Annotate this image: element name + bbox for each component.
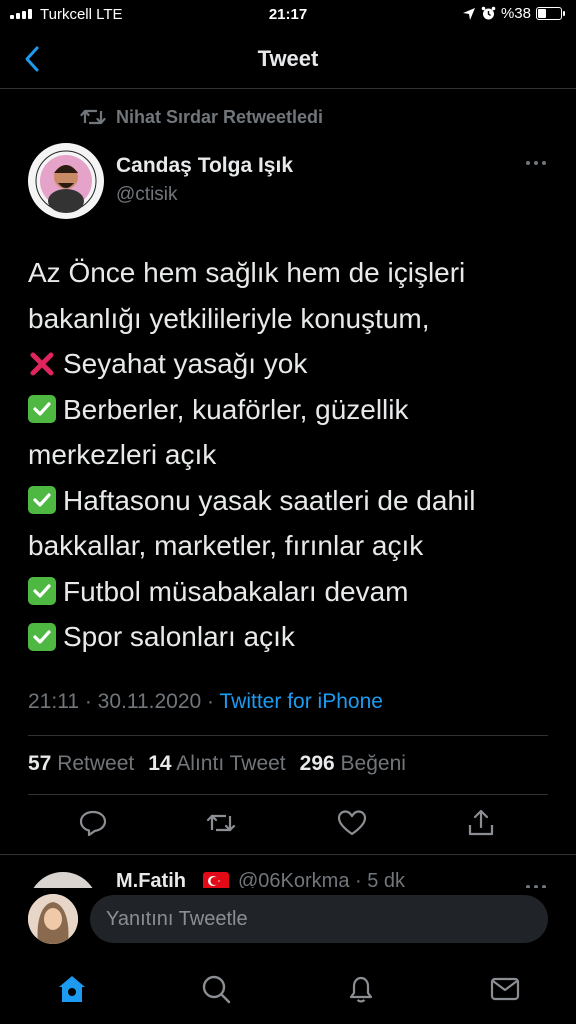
heart-icon <box>337 810 367 836</box>
retweet-icon <box>206 814 236 832</box>
user-avatar[interactable] <box>28 894 78 944</box>
divider <box>28 735 548 736</box>
location-icon <box>462 7 475 20</box>
reply-icon <box>79 810 107 837</box>
bottom-tab-bar <box>0 955 576 1024</box>
tweet-time: 21:11 <box>28 690 79 713</box>
tweet-source-link[interactable]: Twitter for iPhone <box>220 690 383 713</box>
mail-icon <box>490 977 520 1001</box>
retweet-button[interactable] <box>206 808 236 838</box>
tweet-date: 30.11.2020 <box>97 690 202 713</box>
tweet-line: merkezleri açık <box>28 439 217 470</box>
more-icon <box>526 161 546 165</box>
author-name[interactable]: Candaş Tolga Işık <box>116 154 293 178</box>
check-mark-icon <box>28 577 56 606</box>
share-icon <box>468 809 494 836</box>
cross-mark-icon <box>28 350 56 378</box>
tab-messages[interactable] <box>489 973 521 1005</box>
alarm-icon <box>481 6 496 20</box>
check-mark-icon <box>28 486 56 515</box>
tweet-line: Haftasonu yasak saatleri de dahil <box>28 478 548 524</box>
check-mark-icon <box>28 395 56 424</box>
tweet-actions <box>0 808 576 844</box>
author-avatar[interactable] <box>28 143 104 219</box>
author-handle[interactable]: @ctisik <box>116 184 178 206</box>
like-button[interactable] <box>337 808 367 838</box>
divider <box>28 794 548 795</box>
tweet-meta: 21:11 · 30.11.2020 · Twitter for iPhone <box>28 690 383 713</box>
battery-icon <box>536 7 565 20</box>
divider <box>0 854 576 855</box>
tweet-stats: 57 Retweet 14 Alıntı Tweet 296 Beğeni <box>28 752 406 776</box>
tweet-text: Az Önce hem sağlık hem de içişleri bakan… <box>28 250 548 660</box>
user-avatar-image <box>28 894 78 944</box>
tweet-line: Futbol müsabakaları devam <box>28 569 548 615</box>
tweet-line: bakkallar, marketler, fırınlar açık <box>28 530 424 561</box>
retweet-context-label: Nihat Sırdar Retweetledi <box>116 106 324 127</box>
like-count-link[interactable]: 296 Beğeni <box>300 752 406 776</box>
retweet-context[interactable]: Nihat Sırdar Retweetledi <box>80 106 323 128</box>
tweet-line: bakanlığı yetkilileriyle konuştum, <box>28 302 430 334</box>
tab-search[interactable] <box>200 973 232 1005</box>
retweet-icon <box>80 109 106 125</box>
tweet-line: Seyahat yasağı yok <box>28 341 548 387</box>
top-header: Tweet <box>0 30 576 89</box>
status-bar: Turkcell LTE 21:17 %38 <box>0 0 576 30</box>
tweet-line: Berberler, kuaförler, güzellik <box>28 387 548 433</box>
battery-level <box>538 9 546 18</box>
bell-icon <box>349 976 373 1003</box>
author-avatar-image <box>30 145 102 217</box>
reply-input[interactable] <box>90 895 548 943</box>
page-title: Tweet <box>257 46 319 71</box>
battery-percent: %38 <box>500 5 531 22</box>
share-button[interactable] <box>466 808 496 838</box>
tab-notifications[interactable] <box>345 973 377 1005</box>
reply-button[interactable] <box>78 808 108 838</box>
tab-home[interactable] <box>56 973 88 1005</box>
status-indicators: %38 <box>462 5 565 22</box>
more-options-button[interactable] <box>525 156 547 168</box>
retweet-count-link[interactable]: 57 Retweet <box>28 752 134 776</box>
quote-count-link[interactable]: 14 Alıntı Tweet <box>148 752 285 776</box>
search-icon <box>202 975 231 1004</box>
tweet-line: Az Önce hem sağlık hem de içişleri <box>28 257 466 288</box>
home-icon <box>59 976 85 1002</box>
check-mark-icon <box>28 622 56 651</box>
tweet-line: Spor salonları açık <box>28 614 548 660</box>
